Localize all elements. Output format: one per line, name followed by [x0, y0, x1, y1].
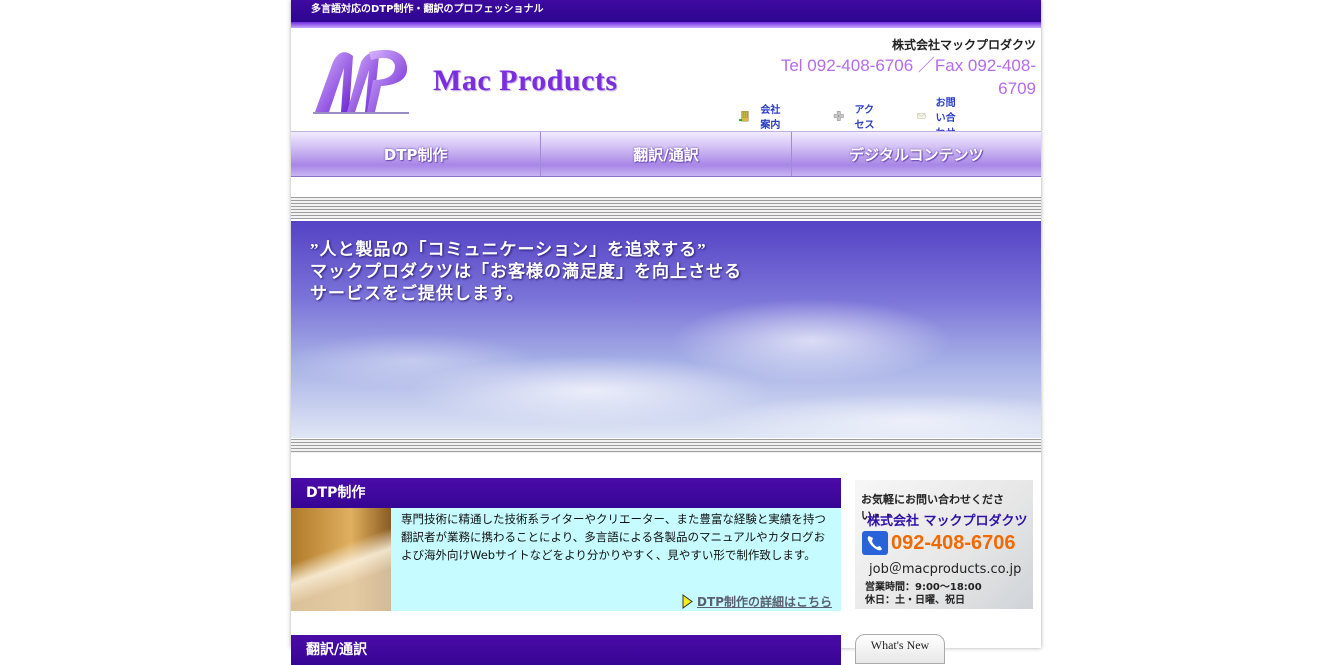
utility-link-label: 会社案内 — [760, 105, 781, 131]
page-container: 多言語対応のDTP制作・翻訳のプロフェッショナル Mac Products 株式… — [291, 0, 1041, 665]
logo-wordmark[interactable]: Mac Products — [433, 64, 618, 98]
utility-link-access[interactable]: アクセス — [833, 105, 875, 131]
hero-line-2: マックプロダクツは「お客様の満足度」を向上させる — [310, 262, 742, 281]
divider-stripes-top — [291, 197, 1041, 219]
arrow-right-icon — [682, 594, 693, 609]
hero-line-3: サービスをご提供します。 — [310, 284, 525, 303]
contact-hours: 営業時間：9:00～18:00 休日：土・日曜、祝日 — [865, 581, 982, 607]
tagline: 多言語対応のDTP制作・翻訳のプロフェッショナル — [311, 4, 544, 15]
section-title: DTP制作 — [306, 485, 366, 501]
section-header-translation: 翻訳/通訳 — [291, 635, 841, 665]
section-header-dtp: DTP制作 — [291, 478, 841, 508]
nav-label: 翻訳/通訳 — [633, 145, 699, 164]
contact-phone-row: 092-408-6706 — [862, 531, 1016, 555]
section-title: 翻訳/通訳 — [306, 642, 368, 658]
business-hours: 営業時間：9:00～18:00 — [865, 582, 982, 593]
nav-label: デジタルコンテンツ — [849, 145, 984, 164]
section-body-dtp: 専門技術に精通した技術系ライターやクリエーター、また豊富な経験と実績を持つ翻訳者… — [291, 508, 841, 611]
nav-item-digital-contents[interactable]: デジタルコンテンツ — [792, 132, 1041, 176]
holidays: 休日：土・日曜、祝日 — [865, 595, 965, 606]
nav-item-translation[interactable]: 翻訳/通訳 — [541, 132, 792, 176]
nav-label: DTP制作 — [383, 145, 448, 164]
tel-fax: Tel 092-408-6706 ／Fax 092-408-6709 — [780, 56, 1036, 98]
section-description: 専門技術に精通した技術系ライターやクリエーター、また豊富な経験と実績を持つ翻訳者… — [401, 512, 826, 562]
mp-logo-icon[interactable] — [311, 42, 413, 116]
divider-stripes-bottom — [291, 439, 1041, 453]
main-nav: DTP制作 翻訳/通訳 デジタルコンテンツ — [291, 131, 1041, 177]
top-tagline-bar: 多言語対応のDTP制作・翻訳のプロフェッショナル — [291, 0, 1041, 22]
utility-link-label: アクセス — [854, 105, 875, 131]
contact-email: job＠macproducts.co.jp — [869, 562, 1022, 577]
map-pin-icon — [833, 111, 844, 121]
nav-item-dtp[interactable]: DTP制作 — [291, 132, 542, 176]
hero-line-1: ”人と製品の「コミュニケーション」を追求する” — [310, 240, 707, 259]
phone-icon — [862, 531, 888, 555]
contact-banner[interactable]: お気軽にお問い合わせください・・ 株式会社 マックプロダクツ 092-408-6… — [855, 480, 1033, 609]
envelope-icon — [917, 113, 926, 119]
contact-phone: 092-408-6706 — [891, 531, 1016, 554]
book-photo — [291, 508, 391, 611]
dtp-detail-link[interactable]: DTP制作の詳細はこちら — [681, 593, 832, 610]
utility-link-company[interactable]: 会社案内 — [739, 105, 781, 131]
hero-banner: ”人と製品の「コミュニケーション」を追求する” マックプロダクツは「お客様の満足… — [291, 221, 1041, 438]
detail-link-label: DTP制作の詳細はこちら — [697, 595, 832, 609]
hero-copy: ”人と製品の「コミュニケーション」を追求する” マックプロダクツは「お客様の満足… — [310, 239, 742, 305]
whats-new-tab[interactable]: What's New — [855, 634, 945, 664]
company-name: 株式会社マックプロダクツ — [891, 38, 1036, 52]
building-icon — [739, 111, 749, 122]
contact-company: 株式会社 マックプロダクツ — [867, 514, 1028, 529]
site-header: Mac Products 株式会社マックプロダクツ Tel 092-408-67… — [291, 28, 1041, 139]
utility-link-contact[interactable]: お問い合わせ — [917, 98, 959, 139]
